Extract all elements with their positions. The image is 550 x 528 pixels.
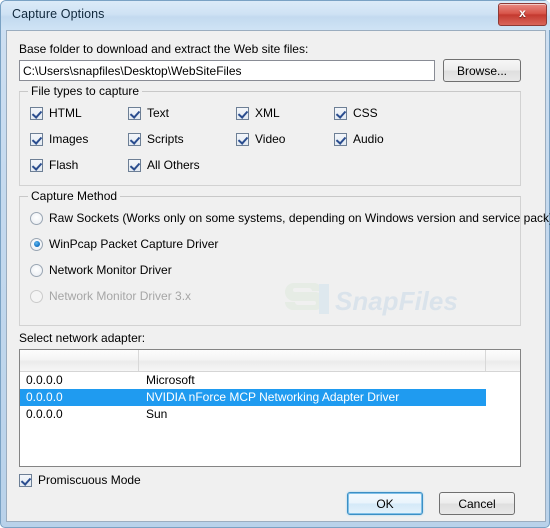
filetype-checkbox-xml[interactable]: XML bbox=[236, 106, 280, 120]
filetype-label: XML bbox=[255, 106, 280, 120]
radio-icon bbox=[30, 289, 43, 303]
filetype-checkbox-audio[interactable]: Audio bbox=[334, 132, 384, 146]
filetype-checkbox-css[interactable]: CSS bbox=[334, 106, 378, 120]
listview-header bbox=[20, 350, 520, 372]
capture-method-radio-3: Network Monitor Driver 3.x bbox=[30, 289, 191, 303]
title-bar[interactable]: Capture Options x bbox=[1, 1, 550, 30]
file-types-group: File types to capture HTML Text XML CSS Imag… bbox=[19, 84, 521, 186]
select-adapter-label: Select network adapter: bbox=[19, 331, 146, 345]
browse-button[interactable]: Browse... bbox=[443, 59, 521, 82]
capture-method-label: Network Monitor Driver bbox=[49, 263, 172, 277]
filetype-label: Audio bbox=[353, 132, 384, 146]
listview-body: 0.0.0.0 Microsoft 0.0.0.0 NVIDIA nForce MCP… bbox=[20, 372, 520, 423]
checkbox-icon bbox=[30, 158, 43, 172]
adapter-ip: 0.0.0.0 bbox=[26, 373, 63, 387]
checkbox-icon bbox=[128, 106, 141, 120]
radio-icon bbox=[30, 237, 43, 251]
ok-button[interactable]: OK bbox=[347, 492, 423, 515]
checkbox-icon bbox=[334, 132, 347, 146]
dialog-window: Capture Options x Base folder to downloa… bbox=[0, 0, 550, 528]
filetype-checkbox-scripts[interactable]: Scripts bbox=[128, 132, 184, 146]
adapter-ip: 0.0.0.0 bbox=[26, 407, 63, 421]
base-folder-input[interactable] bbox=[19, 60, 435, 81]
checkbox-icon bbox=[236, 132, 249, 146]
checkbox-icon bbox=[236, 106, 249, 120]
table-row[interactable]: 0.0.0.0 NVIDIA nForce MCP Networking Adap… bbox=[20, 389, 486, 406]
window-title: Capture Options bbox=[12, 7, 105, 21]
cancel-button[interactable]: Cancel bbox=[439, 492, 515, 515]
filetype-label: Video bbox=[255, 132, 286, 146]
filetype-label: Scripts bbox=[147, 132, 184, 146]
radio-icon bbox=[30, 263, 43, 277]
listview-column-ip[interactable] bbox=[20, 350, 139, 371]
checkbox-icon bbox=[128, 158, 141, 172]
capture-method-group: Capture Method Raw Sockets (Works only o… bbox=[19, 189, 550, 326]
filetype-label: Images bbox=[49, 132, 89, 146]
listview-column-name[interactable] bbox=[139, 350, 486, 371]
filetype-label: HTML bbox=[49, 106, 82, 120]
filetype-label: Flash bbox=[49, 158, 79, 172]
table-row[interactable]: 0.0.0.0 Microsoft bbox=[20, 372, 520, 389]
listview-column-extra[interactable] bbox=[486, 350, 520, 371]
capture-method-label: Network Monitor Driver 3.x bbox=[49, 289, 192, 303]
radio-icon bbox=[30, 211, 43, 225]
file-types-group-title: File types to capture bbox=[28, 84, 143, 98]
filetype-checkbox-all-others[interactable]: All Others bbox=[128, 158, 200, 172]
adapter-name: NVIDIA nForce MCP Networking Adapter Dri… bbox=[146, 390, 400, 404]
close-button[interactable]: x bbox=[498, 3, 547, 26]
filetype-label: All Others bbox=[147, 158, 200, 172]
checkbox-icon bbox=[30, 132, 43, 146]
base-folder-label: Base folder to download and extract the … bbox=[19, 42, 309, 56]
filetype-label: CSS bbox=[353, 106, 378, 120]
checkbox-icon bbox=[128, 132, 141, 146]
capture-method-label: Raw Sockets (Works only on some systems,… bbox=[49, 211, 550, 225]
filetype-checkbox-video[interactable]: Video bbox=[236, 132, 285, 146]
checkbox-icon bbox=[30, 106, 43, 120]
capture-method-label: WinPcap Packet Capture Driver bbox=[49, 237, 219, 251]
filetype-checkbox-images[interactable]: Images bbox=[30, 132, 88, 146]
adapter-name: Sun bbox=[146, 407, 168, 421]
checkbox-icon bbox=[334, 106, 347, 120]
capture-method-radio-1[interactable]: WinPcap Packet Capture Driver bbox=[30, 237, 218, 251]
capture-method-radio-0[interactable]: Raw Sockets (Works only on some systems,… bbox=[30, 211, 550, 225]
checkbox-icon bbox=[19, 473, 32, 487]
close-icon: x bbox=[519, 6, 526, 20]
filetype-checkbox-text[interactable]: Text bbox=[128, 106, 169, 120]
promiscuous-mode-label: Promiscuous Mode bbox=[38, 473, 141, 487]
dialog-client-area: Base folder to download and extract the … bbox=[6, 30, 550, 522]
filetype-label: Text bbox=[147, 106, 170, 120]
table-row[interactable]: 0.0.0.0 Sun bbox=[20, 406, 520, 423]
capture-method-radio-2[interactable]: Network Monitor Driver bbox=[30, 263, 172, 277]
adapter-listview[interactable]: 0.0.0.0 Microsoft 0.0.0.0 NVIDIA nForce MCP… bbox=[19, 349, 521, 467]
promiscuous-mode-checkbox[interactable]: Promiscuous Mode bbox=[19, 473, 141, 487]
filetype-checkbox-html[interactable]: HTML bbox=[30, 106, 82, 120]
adapter-name: Microsoft bbox=[146, 373, 195, 387]
filetype-checkbox-flash[interactable]: Flash bbox=[30, 158, 78, 172]
capture-method-group-title: Capture Method bbox=[28, 189, 121, 203]
adapter-ip: 0.0.0.0 bbox=[26, 390, 63, 404]
